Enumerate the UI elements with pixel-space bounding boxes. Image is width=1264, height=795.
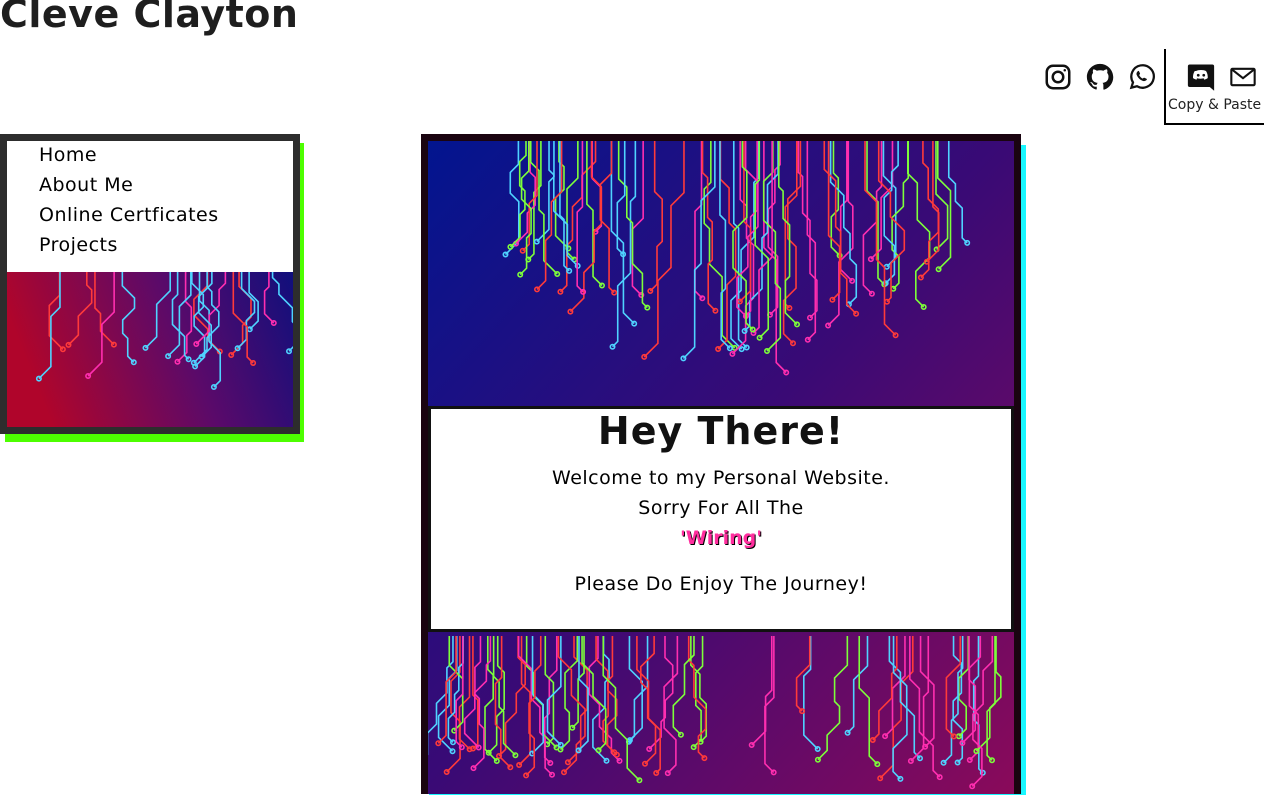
whatsapp-icon[interactable]: [1127, 62, 1159, 94]
greeting-heading: Hey There!: [597, 409, 845, 453]
github-icon[interactable]: [1085, 62, 1117, 94]
nav-item-online-certificates[interactable]: Online Certficates: [39, 204, 219, 226]
nav-item-about-me[interactable]: About Me: [39, 174, 133, 196]
enjoy-line: Please Do Enjoy The Journey!: [574, 573, 868, 595]
mail-icon[interactable]: [1228, 63, 1260, 95]
discord-icon[interactable]: [1186, 61, 1218, 93]
instagram-icon[interactable]: [1043, 62, 1075, 94]
main-panel: Hey There! Welcome to my Personal Websit…: [421, 134, 1021, 794]
welcome-card: Hey There! Welcome to my Personal Websit…: [428, 406, 1014, 632]
welcome-line: Welcome to my Personal Website.: [552, 467, 890, 489]
nav-panel: Home About Me Online Certficates Project…: [0, 134, 300, 434]
copy-paste-label: Copy & Paste: [1168, 97, 1262, 113]
welcome-card-inner: Hey There! Welcome to my Personal Websit…: [431, 409, 1011, 629]
apology-line: Sorry For All The: [638, 497, 804, 519]
contact-box: Copy & Paste: [1164, 49, 1264, 125]
nav-menu: Home About Me Online Certficates Project…: [7, 141, 293, 272]
site-title: Cleve Clayton: [0, 0, 299, 36]
nav-item-projects[interactable]: Projects: [39, 234, 118, 256]
wiring-highlight: 'Wiring': [679, 527, 763, 549]
nav-item-home[interactable]: Home: [39, 144, 97, 166]
